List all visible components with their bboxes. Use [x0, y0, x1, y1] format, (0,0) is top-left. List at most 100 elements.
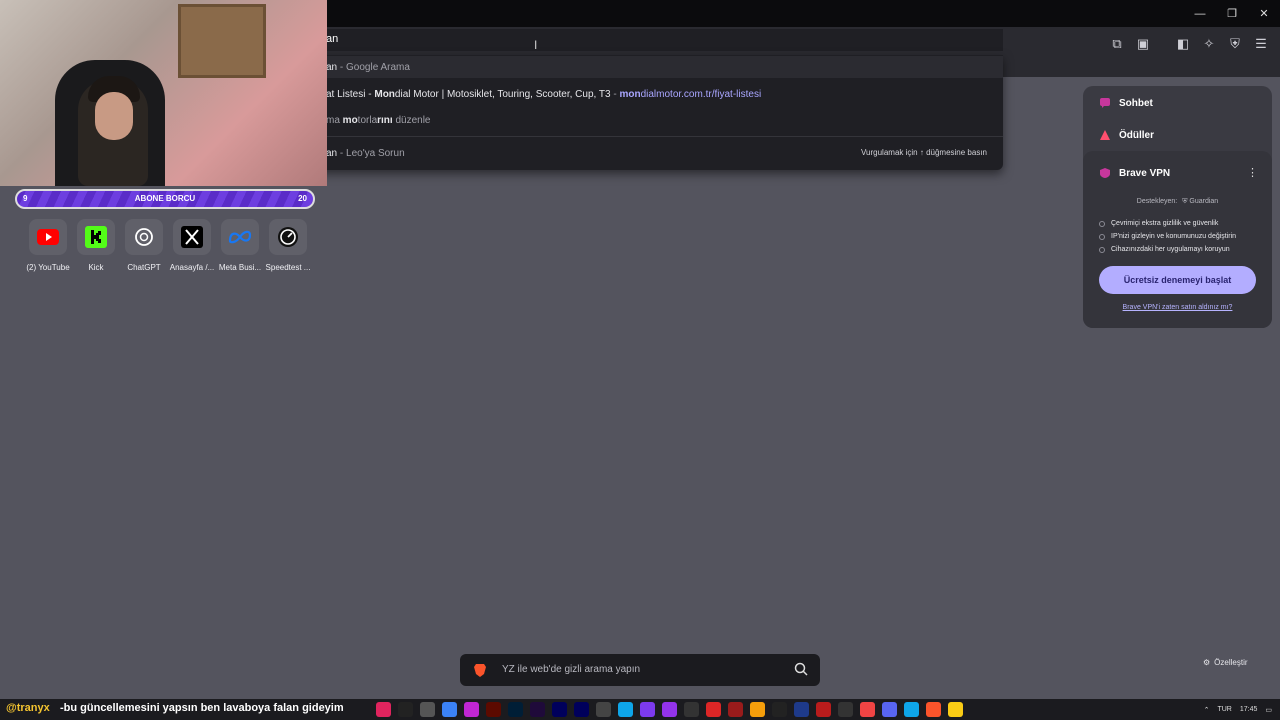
- app-icon[interactable]: [662, 702, 677, 717]
- bullet-icon: [1099, 246, 1105, 253]
- app-icon[interactable]: [772, 702, 787, 717]
- streamer-face: [95, 92, 133, 140]
- ticker-username: @tranyx: [6, 702, 50, 714]
- app-icon[interactable]: [750, 702, 765, 717]
- restore-button[interactable]: ❐: [1216, 0, 1248, 27]
- suggestion-match: Mon: [374, 89, 395, 100]
- toolbar-divider: [1158, 33, 1168, 55]
- webcam-overlay: [0, 0, 327, 186]
- leo-ai-icon[interactable]: ✧: [1198, 33, 1220, 55]
- rewards-widget[interactable]: Ödüller: [1099, 129, 1154, 141]
- suggestion-text: dial Motor | Motosiklet, Touring, Scoote…: [394, 89, 611, 100]
- app-icon[interactable]: [728, 702, 743, 717]
- address-input[interactable]: an: [326, 33, 338, 45]
- vpn-feature-text: IP'nizi gizleyin ve konumunuzu değiştiri…: [1111, 233, 1237, 240]
- close-button[interactable]: ✕: [1248, 0, 1280, 27]
- shortcut-kick[interactable]: Kick: [72, 219, 120, 272]
- extensions-icon[interactable]: ⧉: [1106, 33, 1128, 55]
- shortcut-label: Kick: [88, 263, 104, 272]
- tiktok-icon[interactable]: [376, 702, 391, 717]
- app-icon[interactable]: [464, 702, 479, 717]
- after-effects-icon[interactable]: [574, 702, 589, 717]
- suggestion-selected[interactable]: an - Google Arama: [300, 56, 1003, 78]
- guardian-logo: ⛨ Guardian: [1182, 198, 1219, 205]
- brave-logo-icon: [474, 664, 486, 677]
- bullet-icon: [1099, 220, 1105, 227]
- suggestion-match: rını: [377, 115, 393, 126]
- notification-icon[interactable]: ▭: [1265, 706, 1272, 714]
- meta-icon: [221, 219, 259, 255]
- shortcut-label: ChatGPT: [127, 263, 161, 272]
- tiktok-studio-icon[interactable]: [398, 702, 413, 717]
- suggestion-item[interactable]: ma motorlarını düzenle: [326, 115, 431, 126]
- obs-icon[interactable]: [684, 702, 699, 717]
- app-icon[interactable]: [640, 702, 655, 717]
- vpn-shield-icon[interactable]: ⛨: [1224, 33, 1246, 55]
- app-icon[interactable]: [948, 702, 963, 717]
- discord-icon[interactable]: [882, 702, 897, 717]
- wall-picture: [178, 4, 266, 78]
- sidebar-icon[interactable]: ◧: [1172, 33, 1194, 55]
- private-search-bar[interactable]: YZ ile web'de gizli arama yapın: [460, 654, 820, 686]
- vpn-feature-text: Çevrimiçi ekstra gizlilik ve güvenlik: [1111, 220, 1219, 227]
- illustrator-icon[interactable]: [486, 702, 501, 717]
- shortcut-label: Speedtest ...: [265, 263, 311, 272]
- omnibox-dropdown: an - Google Arama at Listesi - Mondial M…: [300, 55, 1003, 170]
- ticker-message: -bu güncellemesini yapsın ben lavaboya f…: [60, 702, 344, 714]
- youtube-icon: [29, 219, 67, 255]
- more-options-icon[interactable]: ⋮: [1247, 166, 1258, 179]
- text-cursor-icon: I: [534, 38, 538, 52]
- shortcut-youtube[interactable]: (2) YouTube: [24, 219, 72, 272]
- app-icon[interactable]: [706, 702, 721, 717]
- customize-button[interactable]: ⚙ Özelleştir: [1203, 658, 1248, 667]
- app-icon[interactable]: [420, 702, 435, 717]
- system-tray: ⌃ TUR 17:45 ▭: [1204, 699, 1272, 720]
- shortcut-speedtest[interactable]: Speedtest ...: [264, 219, 312, 272]
- vpn-feature-text: Cihazınızdaki her uygulamayı koruyun: [1111, 246, 1230, 253]
- vpn-feature: Çevrimiçi ekstra gizlilik ve güvenlik: [1099, 220, 1218, 227]
- shortcut-label: (2) YouTube: [26, 263, 70, 272]
- rewards-label: Ödüller: [1119, 129, 1155, 141]
- subscriber-goal-bar: 9 ABONE BORCU 20: [15, 189, 315, 209]
- premiere-icon[interactable]: [552, 702, 567, 717]
- app-icon[interactable]: [596, 702, 611, 717]
- photoshop-icon[interactable]: [508, 702, 523, 717]
- shortcut-meta[interactable]: Meta Busi...: [216, 219, 264, 272]
- shortcut-x[interactable]: Anasayfa /...: [168, 219, 216, 272]
- suggestion-url-match: mon: [619, 89, 641, 100]
- shortcut-chatgpt[interactable]: ChatGPT: [120, 219, 168, 272]
- app-icon[interactable]: [618, 702, 633, 717]
- app-icon[interactable]: [442, 702, 457, 717]
- search-icon[interactable]: [794, 662, 808, 676]
- chat-widget[interactable]: Sohbet: [1099, 97, 1153, 109]
- suggestion-text: düzenle: [392, 115, 431, 126]
- clock[interactable]: 17:45: [1240, 706, 1258, 713]
- tray-chevron-icon[interactable]: ⌃: [1204, 706, 1210, 714]
- x-icon: [173, 219, 211, 255]
- app-icon[interactable]: [816, 702, 831, 717]
- steam-icon[interactable]: [794, 702, 809, 717]
- suggestion-divider: [300, 136, 1003, 137]
- minimize-button[interactable]: —: [1184, 0, 1216, 27]
- vpn-icon: [1100, 168, 1110, 178]
- suggestion-match: mo: [342, 115, 358, 126]
- bullet-icon: [1099, 233, 1105, 240]
- suggestion-source: - Google Arama: [337, 62, 410, 73]
- already-purchased-link[interactable]: Brave VPN'i zaten satın aldınız mı?: [1083, 304, 1272, 311]
- start-trial-button[interactable]: Ücretsiz denemeyi başlat: [1099, 266, 1256, 294]
- suggestion-item[interactable]: at Listesi - Mondial Motor | Motosiklet,…: [326, 89, 761, 100]
- vpn-feature: IP'nizi gizleyin ve konumunuzu değiştiri…: [1099, 233, 1236, 240]
- sliders-icon: ⚙: [1203, 658, 1211, 667]
- media-encoder-icon[interactable]: [530, 702, 545, 717]
- menu-icon[interactable]: ☰: [1250, 33, 1272, 55]
- edge-icon[interactable]: [904, 702, 919, 717]
- search-placeholder: YZ ile web'de gizli arama yapın: [502, 664, 641, 675]
- keyboard-language[interactable]: TUR: [1217, 706, 1231, 713]
- brave-icon[interactable]: [926, 702, 941, 717]
- suggestion-item[interactable]: an - Leo'ya Sorun: [326, 148, 405, 159]
- tab-search-icon[interactable]: ▣: [1132, 33, 1154, 55]
- address-bar[interactable]: an: [300, 29, 1003, 51]
- vpn-title: Brave VPN: [1099, 167, 1170, 179]
- app-icon[interactable]: [860, 702, 875, 717]
- app-icon[interactable]: [838, 702, 853, 717]
